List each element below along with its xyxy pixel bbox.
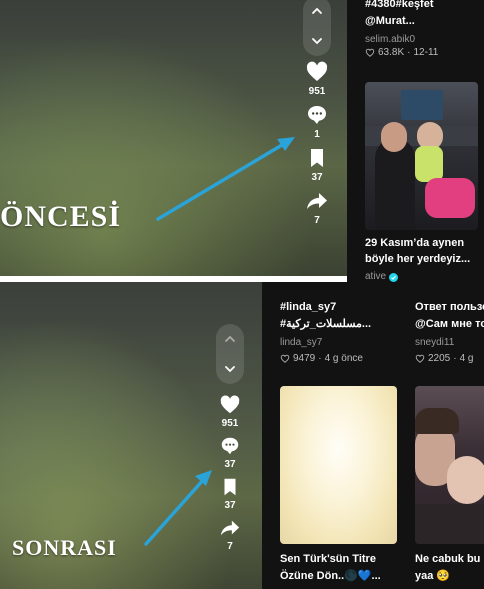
previous-video-button[interactable] (216, 324, 244, 354)
face-left (381, 122, 407, 152)
video-caption[interactable]: Sen Türk'sün Titre (280, 552, 376, 567)
comment-icon (221, 437, 239, 455)
video-thumbnail[interactable] (280, 386, 397, 544)
video-caption[interactable]: yaa 🥺 (415, 569, 484, 584)
video-thumbnail[interactable] (415, 386, 484, 544)
share-count: 7 (314, 215, 320, 226)
before-label: ÖNCESİ (0, 200, 122, 233)
face-child (447, 456, 484, 504)
video-caption[interactable]: @Murat... (365, 14, 415, 29)
video-author[interactable]: linda_sy7 (280, 336, 322, 350)
chevron-down-icon (312, 38, 322, 45)
next-video-button[interactable] (216, 354, 244, 384)
share-icon (307, 193, 327, 209)
video-date: 12-11 (413, 47, 439, 58)
heart-outline-icon (365, 48, 375, 57)
heart-outline-icon (280, 354, 290, 363)
separator-dot: · (453, 353, 457, 364)
shirt (415, 504, 484, 544)
comment-count: 1 (314, 129, 320, 140)
video-thumbnail[interactable] (365, 82, 478, 230)
video-nav (216, 324, 244, 384)
video-stats: 63.8K · 12-11 (365, 47, 438, 58)
heart-outline-icon (415, 354, 425, 363)
video-caption[interactable]: @Сам мне то (415, 317, 484, 332)
comment-button[interactable]: 37 (219, 435, 241, 470)
video-caption[interactable]: #4380#keşfet (365, 0, 434, 12)
previous-video-button[interactable] (303, 0, 331, 26)
like-button[interactable]: 951 (305, 60, 329, 97)
before-panel: 951 1 37 7 ÖNCESİ #4380#keşfet @Murat...… (0, 0, 484, 282)
video-date: 4 g önce (324, 353, 363, 364)
like-count: 951 (308, 86, 326, 97)
video-author-name: ative (365, 271, 387, 282)
save-count: 37 (224, 500, 236, 511)
chevron-up-icon (225, 335, 235, 342)
video-caption[interactable]: Ответ пользо (415, 300, 484, 315)
video-caption[interactable]: #linda_sy7 (280, 300, 336, 315)
next-video-button[interactable] (303, 26, 331, 56)
video-caption[interactable]: #مسلسلات_تركية... (280, 317, 380, 332)
bookmark-icon (311, 149, 323, 167)
video-like-count: 63.8K (378, 47, 405, 58)
comment-button[interactable]: 1 (305, 103, 329, 140)
heart-icon (220, 395, 240, 414)
arrow-annotation (156, 137, 295, 221)
action-rail: 951 37 37 7 (216, 324, 244, 552)
verified-icon (389, 272, 399, 282)
video-caption[interactable]: Özüne Dön..🌑💙... (280, 569, 381, 584)
comment-icon (308, 106, 326, 124)
save-button[interactable]: 37 (219, 476, 241, 511)
video-caption[interactable]: böyle her yerdeyiz... (365, 252, 470, 267)
after-label: SONRASI (12, 535, 117, 560)
separator-dot: · (318, 353, 322, 364)
video-grid: #linda_sy7 #مسلسلات_تركية... linda_sy7 9… (262, 282, 484, 589)
video-stats: 2205 · 4 g (415, 353, 474, 364)
share-button[interactable]: 7 (305, 189, 329, 226)
bookmark-icon (224, 478, 236, 496)
video-author[interactable]: ative (365, 270, 399, 282)
video-author[interactable]: selim.abik0 (365, 33, 415, 47)
video-like-count: 9479 (293, 353, 316, 364)
save-button[interactable]: 37 (305, 146, 329, 183)
video-caption[interactable]: Ne cabuk bu (415, 552, 484, 567)
video-like-count: 2205 (428, 353, 451, 364)
save-count: 37 (311, 172, 323, 183)
studio-screen (401, 90, 443, 120)
separator-dot: · (407, 47, 411, 58)
share-button[interactable]: 7 (219, 517, 241, 552)
video-author[interactable]: sneydi11 (415, 336, 454, 350)
video-caption[interactable]: 29 Kasım’da aynen (365, 236, 464, 251)
video-grid: #4380#keşfet @Murat... selim.abik0 63.8K… (347, 0, 484, 282)
top-yellow (415, 146, 443, 182)
pants-pink (425, 178, 475, 218)
like-button[interactable]: 951 (219, 394, 241, 429)
like-count: 951 (221, 418, 239, 429)
hair-man (415, 408, 459, 434)
comment-count: 37 (224, 459, 236, 470)
action-rail: 951 1 37 7 (303, 0, 331, 226)
heart-icon (306, 61, 328, 81)
arrow-annotation (144, 470, 212, 546)
video-stats: 9479 · 4 g önce (280, 353, 363, 364)
share-icon (220, 520, 240, 536)
video-nav (303, 0, 331, 56)
chevron-down-icon (225, 366, 235, 373)
video-date: 4 g (459, 353, 474, 364)
chevron-up-icon (312, 7, 322, 14)
share-count: 7 (227, 541, 233, 552)
after-panel: 951 37 37 7 SONRASI #linda_sy7 #مسلسلات_… (0, 282, 484, 589)
